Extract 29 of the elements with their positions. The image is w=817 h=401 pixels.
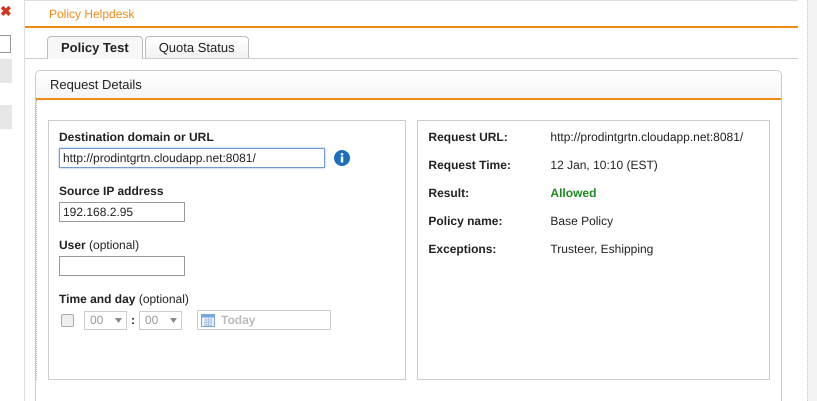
result-label: Policy name: bbox=[428, 214, 504, 228]
date-placeholder: Today bbox=[221, 313, 256, 327]
caret-icon bbox=[170, 318, 177, 322]
field-label: Time and day (optional) bbox=[59, 292, 190, 306]
tab[interactable]: Policy Test bbox=[47, 36, 143, 59]
input-field[interactable] bbox=[59, 256, 185, 276]
calendar-icon bbox=[201, 313, 215, 327]
field-label: User (optional) bbox=[59, 238, 140, 252]
field-label: Destination domain or URL bbox=[59, 130, 215, 144]
close-icon[interactable]: ✖ bbox=[0, 4, 14, 18]
input-field[interactable]: http://prodintgrtn.cloudapp.net:8081/ bbox=[59, 148, 325, 168]
result-value: Allowed bbox=[550, 186, 598, 200]
time-separator: : bbox=[131, 313, 135, 327]
field-label: Source IP address bbox=[59, 184, 164, 198]
panel-title: Request Details bbox=[50, 77, 142, 92]
result-value: Base Policy bbox=[550, 214, 614, 228]
result-label: Result: bbox=[428, 186, 470, 200]
result-value: Trusteer, Eshipping bbox=[550, 242, 654, 256]
window-title: Policy Helpdesk bbox=[49, 6, 134, 20]
result-value: 12 Jan, 10:10 (EST) bbox=[550, 158, 659, 172]
caret-icon bbox=[115, 318, 122, 322]
input-field[interactable] bbox=[0, 35, 11, 53]
result-label: Request Time: bbox=[428, 158, 512, 172]
input-field[interactable]: 192.168.2.95 bbox=[59, 202, 185, 222]
result-label: Exceptions: bbox=[428, 242, 498, 256]
result-value: http://prodintgrtn.cloudapp.net:8081/ bbox=[550, 130, 744, 144]
tab[interactable]: Quota Status bbox=[144, 36, 249, 58]
result-label: Request URL: bbox=[428, 130, 509, 144]
info-icon[interactable] bbox=[334, 150, 350, 166]
